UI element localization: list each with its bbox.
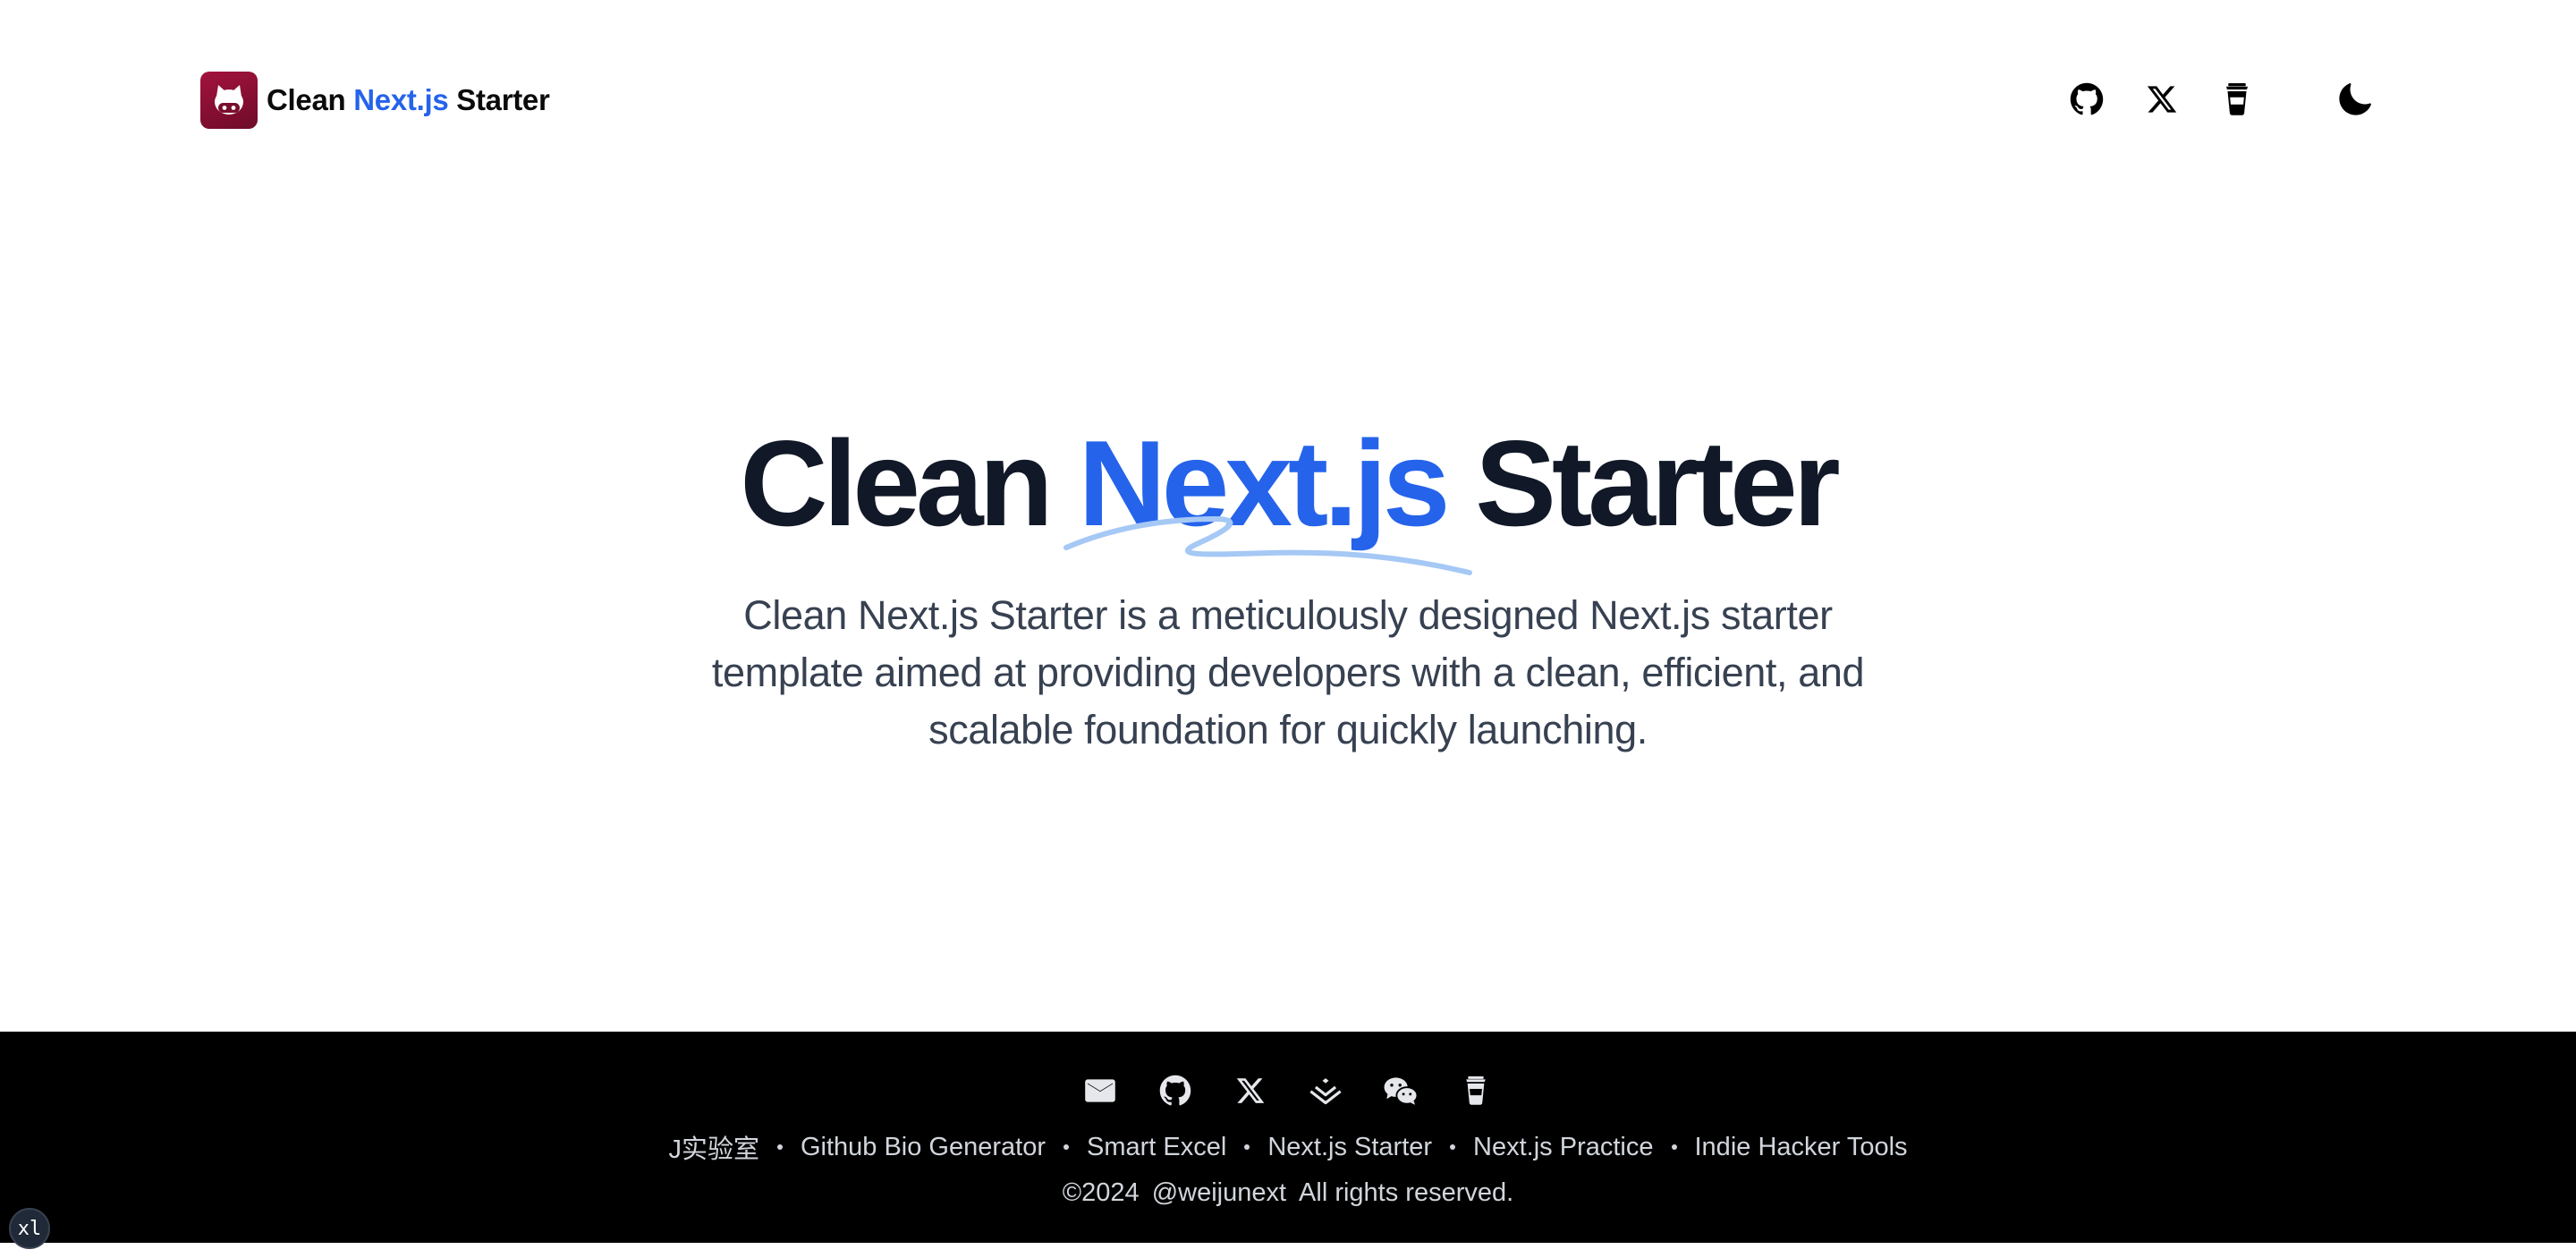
mail-icon[interactable] xyxy=(1079,1069,1122,1112)
footer-social-icons xyxy=(0,1069,2576,1116)
brand-accent: Next.js xyxy=(353,82,449,116)
link-separator xyxy=(1244,1144,1250,1150)
hero-title-accent: Next.js xyxy=(1078,415,1450,551)
hero-description: Clean Next.js Starter is a meticulously … xyxy=(711,592,1865,752)
github-icon[interactable] xyxy=(1154,1069,1197,1112)
footer-link-indie-hacker-tools[interactable]: Indie Hacker Tools xyxy=(1695,1133,1908,1162)
moon-icon[interactable] xyxy=(2334,79,2376,120)
copyright-text: All rights reserved. xyxy=(1299,1178,1514,1207)
brand-link[interactable]: Clean Next.js Starter xyxy=(200,71,550,129)
buymeacoffee-icon[interactable] xyxy=(1454,1069,1497,1112)
footer-link-jlab[interactable]: J实验室 xyxy=(668,1128,759,1166)
brand-name: Clean Next.js Starter xyxy=(267,83,550,117)
brand-suffix: Starter xyxy=(456,82,550,116)
hero-title: Clean Next.js Starter xyxy=(0,401,2576,565)
buymeacoffee-icon[interactable] xyxy=(2216,79,2258,120)
footer-links: J实验室 Github Bio Generator Smart Excel Ne… xyxy=(0,1128,2576,1166)
site-header: Clean Next.js Starter xyxy=(0,0,2576,200)
brand-prefix: Clean xyxy=(267,82,346,116)
footer-link-nextjs-starter[interactable]: Next.js Starter xyxy=(1267,1133,1432,1162)
link-separator xyxy=(776,1144,783,1150)
copyright: ©2024 @weijunext All rights reserved. xyxy=(0,1178,2576,1208)
footer-link-smart-excel[interactable]: Smart Excel xyxy=(1087,1133,1226,1162)
copyright-year: ©2024 xyxy=(1062,1178,1140,1207)
link-separator xyxy=(1671,1144,1677,1150)
x-icon[interactable] xyxy=(1229,1069,1272,1112)
hero-title-suffix: Starter xyxy=(1475,415,1840,551)
wechat-icon[interactable] xyxy=(1379,1069,1422,1112)
breakpoint-badge: xl xyxy=(9,1208,50,1249)
link-separator xyxy=(1450,1144,1456,1150)
footer-link-github-bio-generator[interactable]: Github Bio Generator xyxy=(801,1133,1046,1162)
footer-link-nextjs-practice[interactable]: Next.js Practice xyxy=(1473,1133,1653,1162)
site-footer: J实验室 Github Bio Generator Smart Excel Ne… xyxy=(0,1032,2576,1243)
link-separator xyxy=(1063,1144,1069,1150)
github-icon[interactable] xyxy=(2066,79,2107,120)
cat-logo-icon xyxy=(200,71,258,129)
copyright-handle[interactable]: @weijunext xyxy=(1152,1178,1286,1207)
hero-title-prefix: Clean xyxy=(740,415,1053,551)
x-icon[interactable] xyxy=(2141,79,2182,120)
juejin-icon[interactable] xyxy=(1304,1069,1347,1112)
